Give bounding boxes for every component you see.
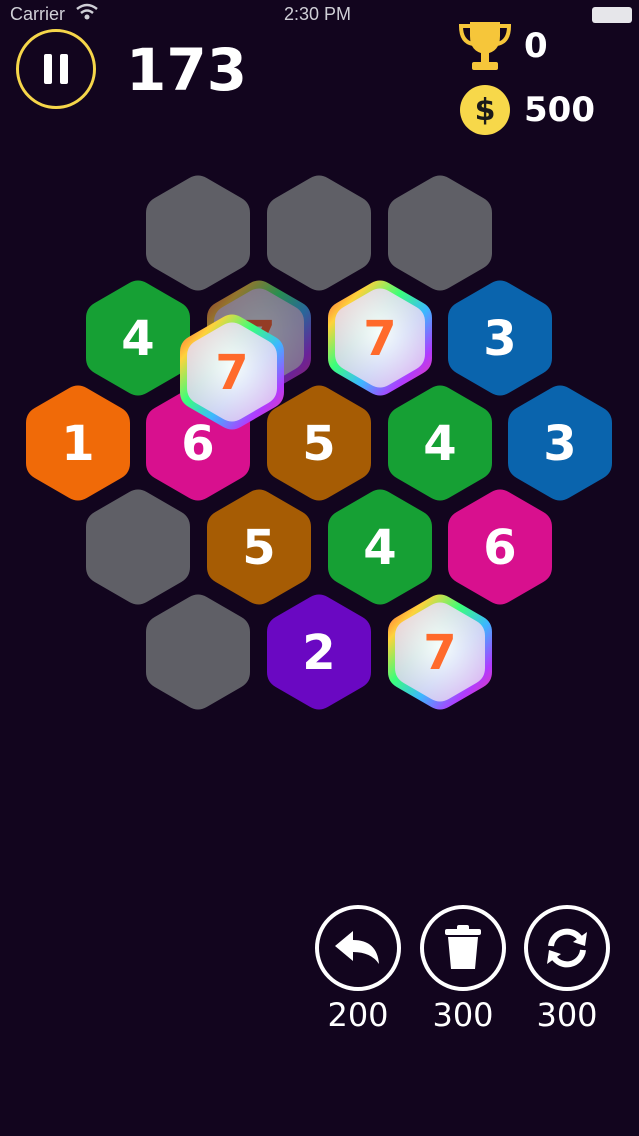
tile-value: 6: [181, 416, 214, 472]
hex-tile[interactable]: 4: [86, 280, 190, 396]
undo-button[interactable]: [315, 905, 401, 991]
tile-value: 5: [242, 520, 275, 576]
tile-value: 4: [363, 520, 396, 576]
tile-value: 4: [121, 311, 154, 367]
hex-tile[interactable]: 7: [388, 594, 492, 710]
tile-value: 4: [423, 416, 456, 472]
tile-value: 5: [302, 416, 335, 472]
undo-cost: 200: [327, 996, 389, 1034]
hex-tile[interactable]: 5: [267, 385, 371, 501]
hex-tile[interactable]: 2: [267, 594, 371, 710]
hex-tile[interactable]: 1: [26, 385, 130, 501]
hex-tile[interactable]: 4: [328, 489, 432, 605]
hex-tile[interactable]: 3: [448, 280, 552, 396]
empty-hex-cell[interactable]: [388, 175, 492, 291]
tile-value: 2: [302, 625, 335, 681]
empty-hex-cell[interactable]: [146, 175, 250, 291]
hex-board[interactable]: 477316543546277: [0, 0, 639, 760]
empty-cell: [86, 489, 190, 605]
tile-value: 6: [483, 520, 516, 576]
empty-hex-cell[interactable]: [146, 594, 250, 710]
empty-cell: [146, 594, 250, 710]
refresh-icon: [547, 928, 587, 968]
tile-value: 7: [215, 345, 248, 401]
hex-tile[interactable]: 6: [448, 489, 552, 605]
hex-tile[interactable]: 4: [388, 385, 492, 501]
tile-value: 7: [363, 311, 396, 367]
tile-value: 1: [61, 416, 94, 472]
undo-arrow-icon: [335, 931, 379, 964]
tile-value: 3: [543, 416, 576, 472]
hex-tile[interactable]: 3: [508, 385, 612, 501]
trash-icon: [445, 925, 481, 969]
tile-value: 7: [423, 625, 456, 681]
tile-value: 3: [483, 311, 516, 367]
shuffle-button[interactable]: [524, 905, 610, 991]
hex-tile[interactable]: 7: [328, 280, 432, 396]
empty-cell: [267, 175, 371, 291]
empty-cell: [146, 175, 250, 291]
trash-cost: 300: [432, 996, 494, 1034]
empty-hex-cell[interactable]: [86, 489, 190, 605]
empty-cell: [388, 175, 492, 291]
trash-button[interactable]: [420, 905, 506, 991]
shuffle-cost: 300: [536, 996, 598, 1034]
empty-hex-cell[interactable]: [267, 175, 371, 291]
hex-tile[interactable]: 5: [207, 489, 311, 605]
